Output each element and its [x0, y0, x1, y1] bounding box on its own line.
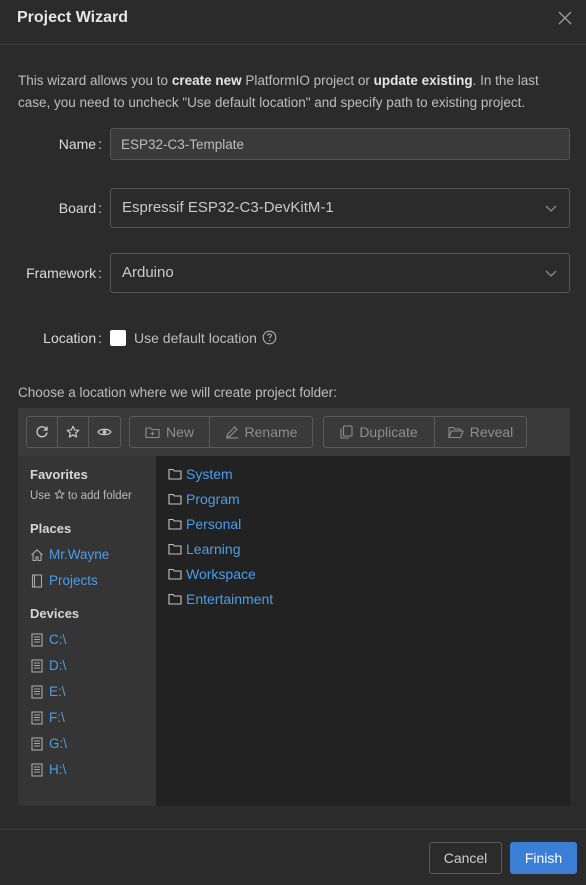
folder-list: System Program Personal Learning Workspa…: [156, 456, 570, 806]
favorites-heading: Favorites: [30, 467, 88, 482]
drive-icon: [31, 736, 43, 751]
favorites-hint: Use to add folder: [30, 489, 132, 502]
device-item[interactable]: D:\: [30, 658, 66, 673]
name-input[interactable]: [110, 128, 570, 160]
name-label: Name:: [58, 136, 102, 152]
location-label: Location:: [43, 330, 102, 346]
drive-icon: [31, 684, 43, 699]
chevron-down-icon: [545, 270, 557, 277]
chevron-down-icon: [545, 205, 557, 212]
new-folder-button[interactable]: New: [130, 417, 210, 447]
folder-icon: [168, 593, 182, 605]
board-select[interactable]: Espressif ESP32-C3-DevKitM-1: [110, 188, 570, 228]
device-item[interactable]: E:\: [30, 684, 66, 699]
folder-icon: [168, 518, 182, 530]
framework-select[interactable]: Arduino: [110, 253, 570, 293]
folder-icon: [168, 493, 182, 505]
folder-item[interactable]: Entertainment: [168, 591, 273, 607]
device-item[interactable]: G:\: [30, 736, 67, 751]
refresh-icon: [36, 426, 48, 438]
device-item[interactable]: C:\: [30, 632, 66, 647]
browser-toolbar: New Rename Duplicate Reveal: [18, 408, 570, 456]
home-icon: [31, 548, 43, 561]
cancel-button[interactable]: Cancel: [429, 842, 502, 874]
duplicate-button[interactable]: Duplicate: [324, 417, 435, 447]
help-icon[interactable]: [262, 330, 277, 345]
browser-sidebar: Favorites Use to add folder Places Mr.Wa…: [18, 456, 156, 806]
place-item[interactable]: Mr.Wayne: [30, 547, 109, 562]
dialog-title: Project Wizard: [17, 9, 128, 26]
device-item[interactable]: F:\: [30, 710, 65, 725]
folder-open-icon: [447, 426, 464, 438]
finish-button[interactable]: Finish: [510, 842, 577, 874]
framework-label: Framework:: [26, 265, 102, 281]
new-folder-icon: [145, 426, 160, 438]
edit-button-group: New Rename: [129, 416, 313, 448]
drive-icon: [31, 710, 43, 725]
framework-select-value: Arduino: [122, 264, 174, 281]
folder-item[interactable]: Program: [168, 491, 240, 507]
board-select-value: Espressif ESP32-C3-DevKitM-1: [122, 199, 334, 216]
folder-icon: [168, 468, 182, 480]
folder-icon: [168, 543, 182, 555]
close-icon: [558, 11, 572, 25]
view-button-group: [26, 416, 121, 448]
eye-icon: [97, 428, 112, 436]
intro-text: This wizard allows you to create new Pla…: [18, 73, 539, 110]
folder-item[interactable]: Personal: [168, 516, 241, 532]
device-item[interactable]: H:\: [30, 762, 66, 777]
bookmark-icon: [31, 573, 43, 588]
board-label: Board:: [58, 200, 102, 216]
show-hidden-button[interactable]: [89, 417, 120, 447]
refresh-button[interactable]: [27, 417, 58, 447]
copy-icon: [340, 425, 353, 439]
folder-icon: [168, 568, 182, 580]
folder-item[interactable]: Workspace: [168, 566, 256, 582]
favorite-button[interactable]: [58, 417, 89, 447]
project-wizard-dialog: Project Wizard This wizard allows you to…: [0, 0, 586, 885]
star-icon: [66, 425, 80, 438]
use-default-location-checkbox[interactable]: [110, 330, 126, 346]
drive-icon: [31, 658, 43, 673]
drive-icon: [31, 632, 43, 647]
rename-button[interactable]: Rename: [210, 417, 312, 447]
star-icon: [54, 489, 65, 499]
folder-item[interactable]: System: [168, 466, 233, 482]
use-default-location-label[interactable]: Use default location: [134, 330, 257, 346]
drive-icon: [31, 762, 43, 777]
folder-browser: New Rename Duplicate Reveal Favorites Us…: [18, 408, 570, 806]
file-button-group: Duplicate Reveal: [323, 416, 527, 448]
place-item[interactable]: Projects: [30, 573, 98, 588]
close-button[interactable]: [556, 9, 574, 27]
reveal-button[interactable]: Reveal: [435, 417, 526, 447]
dialog-footer: Cancel Finish: [0, 829, 586, 885]
folder-item[interactable]: Learning: [168, 541, 241, 557]
choose-location-text: Choose a location where we will create p…: [18, 385, 337, 400]
pencil-icon: [225, 426, 238, 439]
devices-heading: Devices: [30, 606, 80, 621]
dialog-header: Project Wizard: [0, 0, 586, 45]
places-heading: Places: [30, 521, 72, 536]
